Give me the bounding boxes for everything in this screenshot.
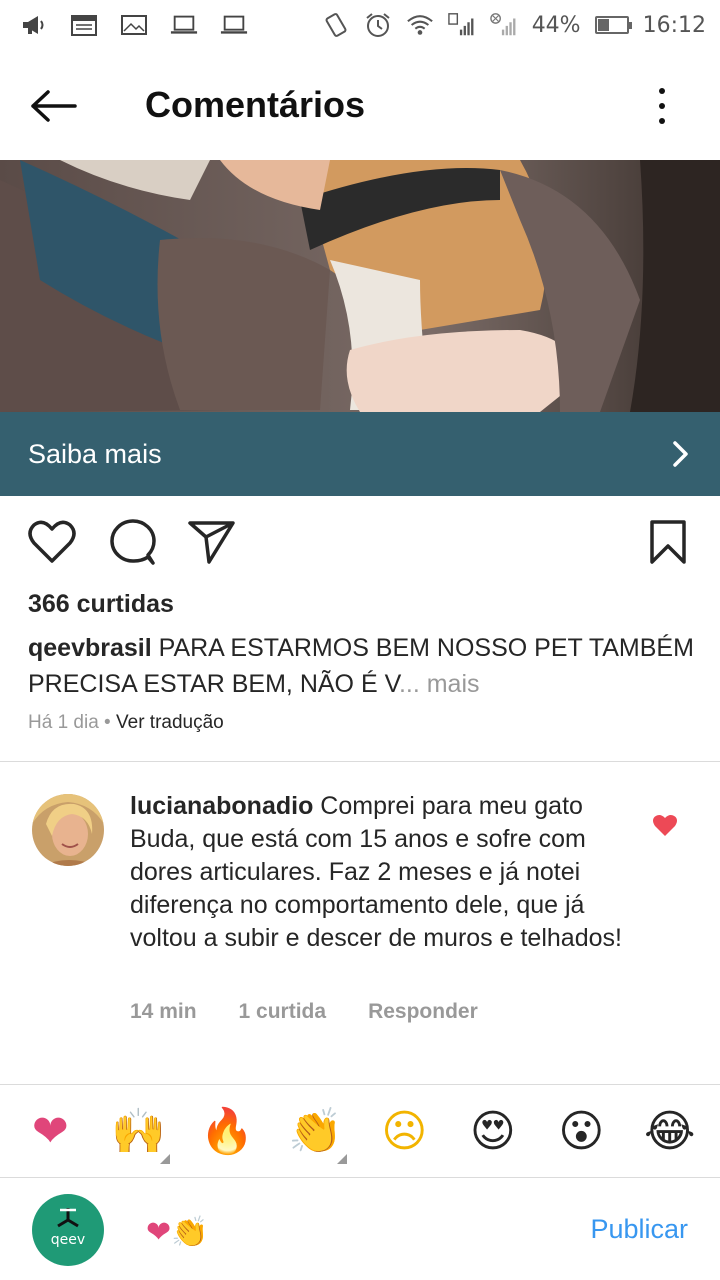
comment-input[interactable]: ❤👏: [146, 1208, 546, 1256]
comment-meta: 14 min 1 curtida Responder: [130, 1000, 478, 1024]
skin-tone-indicator: [336, 1154, 347, 1164]
heart-icon: [28, 520, 76, 563]
post-image[interactable]: [0, 160, 720, 412]
back-button[interactable]: [28, 86, 80, 126]
battery-fill: [597, 19, 609, 31]
post-actions: [0, 516, 720, 572]
qeev-logo-text: qeev: [51, 1232, 85, 1248]
image-icon: [120, 13, 148, 37]
emoji-clap[interactable]: 👏: [281, 1096, 351, 1166]
wifi-icon: [406, 13, 434, 37]
status-bar: 44% 16:12: [0, 0, 720, 50]
page-title: Comentários: [145, 84, 366, 125]
saiba-mais-label: Saiba mais: [28, 438, 162, 469]
qeev-logo: qeev: [51, 1208, 85, 1248]
comment-username[interactable]: lucianabonadio: [130, 792, 313, 820]
emoji-raised-hands[interactable]: 🙌: [104, 1096, 174, 1166]
comment-button[interactable]: [106, 516, 158, 568]
comment-like-button[interactable]: [652, 814, 678, 838]
likes-count[interactable]: 366 curtidas: [28, 590, 174, 619]
emoji-raised-hands-glyph: 🙌: [111, 1106, 167, 1157]
laptop-icon: [220, 13, 248, 37]
battery-icon: [594, 16, 632, 34]
share-button[interactable]: [186, 516, 238, 568]
caption-more-link[interactable]: ... mais: [399, 670, 480, 698]
saiba-mais-banner[interactable]: Saiba mais: [0, 412, 720, 496]
user-avatar[interactable]: qeev: [32, 1194, 104, 1266]
bookmark-icon: [650, 520, 686, 564]
reply-button[interactable]: Responder: [368, 1000, 478, 1024]
chevron-right-icon: [673, 441, 688, 467]
more-dot: [659, 103, 665, 109]
publish-button[interactable]: Publicar: [590, 1214, 688, 1245]
laptop-icon: [170, 13, 198, 37]
signal-sim1-icon: [447, 13, 476, 37]
skin-tone-indicator: [159, 1154, 170, 1164]
avatar[interactable]: [32, 794, 104, 866]
emoji-heart[interactable]: ❤: [15, 1096, 85, 1166]
save-button[interactable]: [642, 516, 694, 568]
more-options-button[interactable]: [652, 84, 672, 128]
meta-separator: •: [98, 712, 116, 733]
emoji-heart-eyes[interactable]: 😍: [458, 1096, 528, 1166]
comment-likes[interactable]: 1 curtida: [239, 1000, 327, 1024]
post-caption: qeevbrasil PARA ESTARMOS BEM NOSSO PET T…: [28, 630, 698, 702]
comment-bubble-icon: [110, 519, 156, 565]
battery-percent: 44%: [531, 12, 581, 38]
emoji-laughing[interactable]: 😂: [635, 1096, 705, 1166]
post-photo: [0, 160, 720, 412]
translate-link[interactable]: Ver tradução: [116, 712, 224, 733]
divider: [0, 761, 720, 762]
commenter-avatar-photo: [32, 794, 104, 866]
clock: 16:12: [642, 12, 706, 38]
comment-time: 14 min: [130, 1000, 197, 1023]
quick-emoji-bar: ❤ 🙌 🔥 👏 ☹ 😍 😮 😂: [0, 1084, 720, 1178]
calendar-icon: [70, 13, 98, 37]
comment-body: lucianabonadio Comprei para meu gato Bud…: [130, 790, 630, 955]
send-icon: [188, 521, 235, 564]
header: Comentários: [0, 50, 720, 160]
emoji-clap-glyph: 👏: [288, 1106, 344, 1157]
back-arrow-icon: [31, 90, 77, 122]
composer-value: ❤👏: [146, 1214, 209, 1250]
like-button[interactable]: [26, 516, 78, 568]
more-dot: [659, 118, 665, 124]
more-dot: [659, 88, 665, 94]
post-meta: Há 1 dia • Ver tradução: [28, 712, 224, 734]
emoji-sad[interactable]: ☹: [369, 1096, 439, 1166]
heart-filled-icon: [653, 815, 677, 836]
megaphone-icon: [20, 13, 48, 37]
emoji-surprised[interactable]: 😮: [546, 1096, 616, 1166]
alarm-icon: [364, 13, 392, 37]
post-time: Há 1 dia: [28, 712, 99, 733]
caption-username[interactable]: qeevbrasil: [28, 634, 152, 662]
vibrate-icon: [322, 13, 350, 37]
signal-sim2-icon: [489, 13, 518, 37]
emoji-fire[interactable]: 🔥: [192, 1096, 262, 1166]
